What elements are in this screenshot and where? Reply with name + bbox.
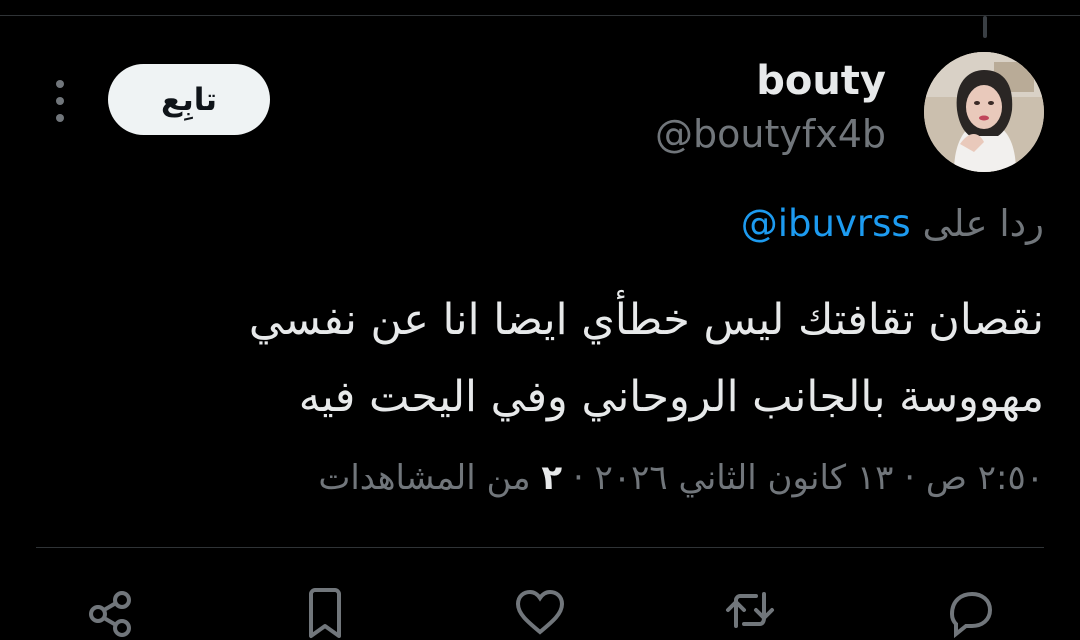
tweet-body: نقصان تقافتك ليس خطأي ايضا انا عن نفسي م… — [184, 282, 1044, 436]
tweet-action-bar — [0, 580, 1080, 640]
tweet-text-line: مهووسة بالجانب الروحاني وفي اليحت فيه — [298, 372, 1044, 422]
more-dot-bottom — [56, 114, 64, 122]
tweet-timestamp[interactable]: ٢:٥٠ ص · ١٣ كانون الثاني ٢٠٢٦ — [595, 458, 1044, 498]
reply-mention-link[interactable]: @ibuvrss — [741, 202, 911, 245]
bookmark-icon[interactable] — [295, 580, 355, 640]
more-vertical-icon[interactable] — [52, 80, 68, 122]
retweet-icon[interactable] — [720, 580, 780, 640]
reply-prefix: ردا على — [922, 202, 1044, 245]
share-icon[interactable] — [80, 580, 140, 640]
reply-context: ردا على @ibuvrss — [741, 202, 1044, 245]
views-count[interactable]: ٢ — [541, 458, 562, 498]
top-divider — [0, 15, 1080, 16]
meta-separator: · — [573, 458, 584, 498]
reply-icon[interactable] — [940, 580, 1000, 640]
more-dot-middle — [56, 97, 64, 105]
author-display-name[interactable]: bouty — [756, 58, 886, 104]
tweet-metadata: ٢:٥٠ ص · ١٣ كانون الثاني ٢٠٢٦ · ٢ من الم… — [318, 458, 1044, 498]
views-label[interactable]: من المشاهدات — [318, 458, 530, 498]
actions-divider — [36, 547, 1044, 548]
thread-connector-line — [983, 16, 987, 38]
follow-button[interactable]: تابِع — [108, 64, 270, 135]
author-handle[interactable]: @boutyfx4b — [655, 112, 886, 156]
like-icon[interactable] — [510, 580, 570, 640]
profile-photo — [924, 52, 1044, 172]
author-avatar[interactable] — [924, 52, 1044, 172]
more-dot-top — [56, 80, 64, 88]
follow-button-label: تابِع — [160, 81, 218, 118]
tweet-text-line: نقصان تقافتك ليس خطأي ايضا انا عن نفسي — [248, 295, 1044, 345]
